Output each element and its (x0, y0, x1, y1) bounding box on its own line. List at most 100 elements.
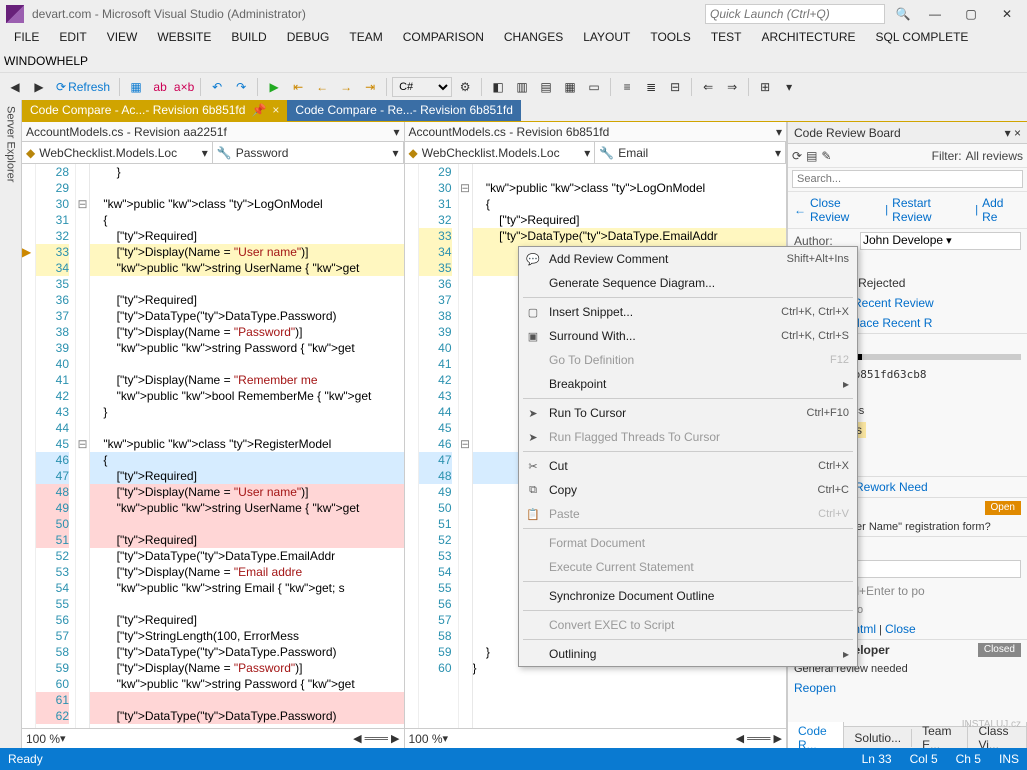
ctx-add-review-comment[interactable]: 💬Add Review CommentShift+Alt+Ins (519, 247, 857, 271)
menu-bar: FILEEDITVIEWWEBSITEBUILDDEBUGTEAMCOMPARI… (0, 28, 1027, 50)
toolbox-icon[interactable]: ▦ (125, 76, 147, 98)
menu-sql complete[interactable]: SQL COMPLETE (866, 28, 979, 46)
ctx-cut[interactable]: ✂CutCtrl+X (519, 454, 857, 478)
gear-icon[interactable]: ⚙ (454, 76, 476, 98)
pin-icon[interactable]: 📌 (251, 103, 266, 117)
close-review-link[interactable]: Close Review (810, 196, 881, 224)
align-icon-2[interactable]: ≣ (640, 76, 662, 98)
ctx-outlining[interactable]: Outlining▸ (519, 642, 857, 666)
ctx-paste: 📋PasteCtrl+V (519, 502, 857, 526)
ctx-execute-current-statement: Execute Current Statement (519, 555, 857, 579)
left-code-editor[interactable]: ▶282930313233343536373839404142434445464… (22, 164, 404, 728)
align-icon-1[interactable]: ≡ (616, 76, 638, 98)
menu-file[interactable]: FILE (4, 28, 49, 46)
menu-comparison[interactable]: COMPARISON (393, 28, 494, 46)
menu-changes[interactable]: CHANGES (494, 28, 573, 46)
restart-review-link[interactable]: Restart Review (892, 196, 971, 224)
status-ready: Ready (8, 752, 43, 766)
left-class-dropdown[interactable]: ◆WebChecklist.Models.Loc▾ (22, 142, 213, 163)
layout-h-icon[interactable]: ▥ (511, 76, 533, 98)
rv-tool-icon-2[interactable]: ▤ (806, 149, 817, 163)
filter-dropdown[interactable]: All reviews (966, 149, 1023, 163)
ctx-convert-exec-to-script: Convert EXEC to Script (519, 613, 857, 637)
menu-team[interactable]: TEAM (339, 28, 392, 46)
ab-icon[interactable]: ab (149, 76, 171, 98)
menu-bar-2: WINDOWHELP (0, 50, 1027, 72)
document-tab[interactable]: Code Compare - Ac...- Revision 6b851fd 📌… (22, 100, 287, 121)
first-diff-icon[interactable]: ⇤ (287, 76, 309, 98)
forward-icon[interactable]: ▶ (28, 76, 50, 98)
axb-icon[interactable]: a×b (173, 76, 195, 98)
panel-tab[interactable]: Team E... (912, 722, 968, 749)
ctx-breakpoint[interactable]: Breakpoint▸ (519, 372, 857, 396)
redo-icon[interactable]: ↷ (230, 76, 252, 98)
minimize-button[interactable]: — (921, 4, 949, 24)
right-member-dropdown[interactable]: 🔧Email▾ (595, 142, 786, 163)
add-review-link[interactable]: Add Re (982, 196, 1021, 224)
language-select[interactable]: C# (392, 77, 452, 97)
align-icon-3[interactable]: ⊟ (664, 76, 686, 98)
left-compare-pane: AccountModels.cs - Revision aa2251f▾ ◆We… (22, 122, 405, 748)
main-toolbar: ◀ ▶ ⟳ Refresh ▦ ab a×b ↶ ↷ ▶ ⇤ ← → ⇥ C# … (0, 72, 1027, 100)
window-list-icon[interactable]: ▾ (778, 76, 800, 98)
right-zoom[interactable]: 100 % (409, 732, 443, 746)
menu-layout[interactable]: LAYOUT (573, 28, 640, 46)
server-explorer-tab[interactable]: Server Explorer (3, 100, 19, 188)
ctx-generate-sequence-diagram-[interactable]: Generate Sequence Diagram... (519, 271, 857, 295)
review-back-icon[interactable]: ← (794, 203, 806, 217)
vs-logo-icon (6, 5, 24, 23)
quick-launch-input[interactable] (705, 4, 885, 24)
panel-tab[interactable]: Solutio... (844, 729, 912, 747)
status-col: Col 5 (910, 752, 938, 766)
menu-build[interactable]: BUILD (221, 28, 276, 46)
right-class-dropdown[interactable]: ◆WebChecklist.Models.Loc▾ (405, 142, 596, 163)
menu-window[interactable]: WINDOW (4, 54, 57, 68)
layout-grid-icon[interactable]: ▦ (559, 76, 581, 98)
title-bar: devart.com - Microsoft Visual Studio (Ad… (0, 0, 1027, 28)
ctx-copy[interactable]: ⧉CopyCtrl+C (519, 478, 857, 502)
close-button[interactable]: ✕ (993, 4, 1021, 24)
author-select[interactable]: John Develope ▾ (860, 232, 1021, 250)
review-title: Code Review Board (794, 126, 901, 140)
merge-left-icon[interactable]: ⇐ (697, 76, 719, 98)
layout-single-icon[interactable]: ▭ (583, 76, 605, 98)
menu-architecture[interactable]: ARCHITECTURE (751, 28, 865, 46)
layout-v-icon[interactable]: ▤ (535, 76, 557, 98)
menu-tools[interactable]: TOOLS (640, 28, 700, 46)
back-icon[interactable]: ◀ (4, 76, 26, 98)
play-icon[interactable]: ▶ (263, 76, 285, 98)
ctx-synchronize-document-outline[interactable]: Synchronize Document Outline (519, 584, 857, 608)
ctx-surround-with-[interactable]: ▣Surround With...Ctrl+K, Ctrl+S (519, 324, 857, 348)
status-ch: Ch 5 (956, 752, 981, 766)
next-diff-icon[interactable]: → (335, 76, 357, 98)
layout-split-icon[interactable]: ◧ (487, 76, 509, 98)
last-diff-icon[interactable]: ⇥ (359, 76, 381, 98)
rv-tool-icon-3[interactable]: ✎ (821, 149, 831, 163)
ctx-format-document: Format Document (519, 531, 857, 555)
menu-debug[interactable]: DEBUG (277, 28, 340, 46)
document-tab[interactable]: Code Compare - Re...- Revision 6b851fd (287, 100, 520, 121)
menu-website[interactable]: WEBSITE (147, 28, 221, 46)
merge-right-icon[interactable]: ⇒ (721, 76, 743, 98)
review-search-input[interactable] (792, 170, 1023, 188)
left-member-dropdown[interactable]: 🔧Password▾ (213, 142, 404, 163)
right-pane-header: AccountModels.cs - Revision 6b851fd (409, 125, 610, 139)
menu-view[interactable]: VIEW (97, 28, 148, 46)
menu-test[interactable]: TEST (701, 28, 752, 46)
new-window-icon[interactable]: ⊞ (754, 76, 776, 98)
prev-diff-icon[interactable]: ← (311, 76, 333, 98)
window-title: devart.com - Microsoft Visual Studio (Ad… (32, 7, 306, 21)
refresh-button[interactable]: ⟳ Refresh (52, 80, 114, 94)
ctx-run-to-cursor[interactable]: ➤Run To CursorCtrl+F10 (519, 401, 857, 425)
context-menu: 💬Add Review CommentShift+Alt+InsGenerate… (518, 246, 858, 667)
menu-edit[interactable]: EDIT (49, 28, 96, 46)
rv-tool-icon[interactable]: ⟳ (792, 149, 802, 163)
left-zoom[interactable]: 100 % (26, 732, 60, 746)
menu-help[interactable]: HELP (57, 54, 88, 68)
close-tab-icon[interactable]: × (272, 103, 279, 117)
panel-tab[interactable]: Code R... (788, 722, 844, 749)
ctx-insert-snippet-[interactable]: ▢Insert Snippet...Ctrl+K, Ctrl+X (519, 300, 857, 324)
undo-icon[interactable]: ↶ (206, 76, 228, 98)
search-icon[interactable]: 🔍 (893, 7, 913, 21)
maximize-button[interactable]: ▢ (957, 4, 985, 24)
